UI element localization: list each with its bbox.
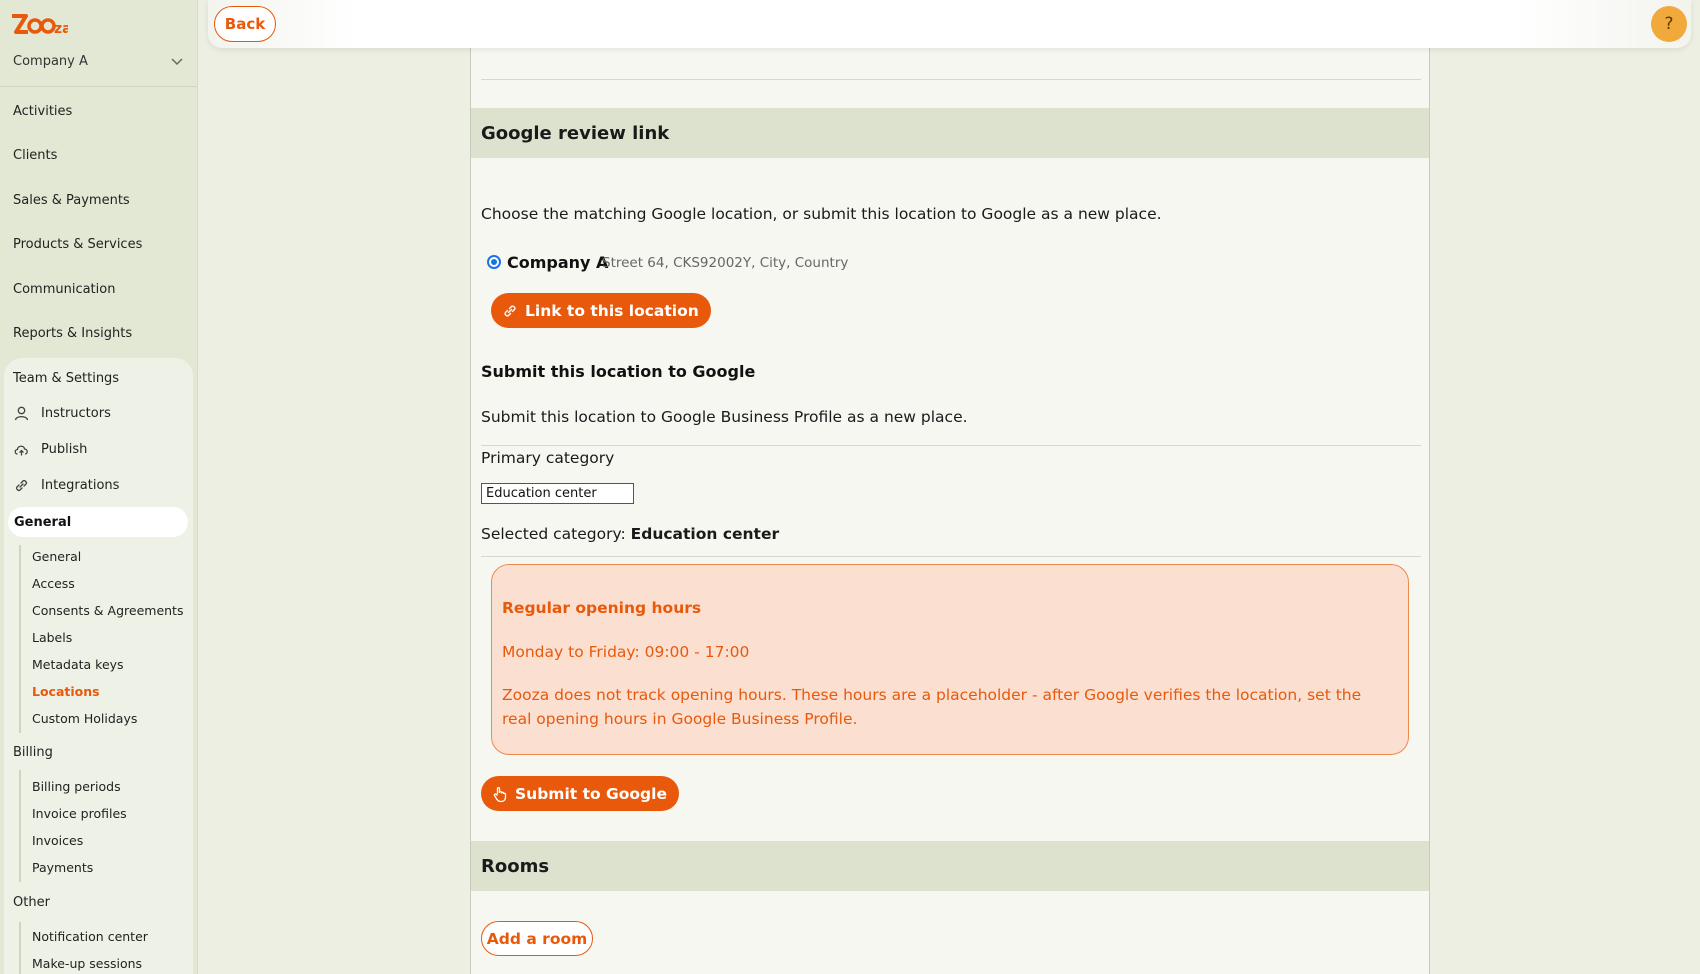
nav-sales-payments[interactable]: Sales & Payments xyxy=(13,193,130,208)
nav-publish[interactable]: Publish xyxy=(41,442,87,457)
link-location-label: Link to this location xyxy=(525,301,699,320)
submit-location-desc: Submit this location to Google Business … xyxy=(481,408,968,426)
notice-divider xyxy=(481,556,1421,557)
submit-to-google-button[interactable]: Submit to Google xyxy=(481,776,679,811)
nav-labels[interactable]: Labels xyxy=(32,630,72,645)
selected-category: Selected category: Education center xyxy=(481,525,779,543)
company-name: Company A xyxy=(13,53,88,69)
submit-to-google-label: Submit to Google xyxy=(515,784,667,803)
back-button[interactable]: Back xyxy=(214,6,276,42)
link-location-button[interactable]: Link to this location xyxy=(491,293,711,328)
nav-consents-agreements[interactable]: Consents & Agreements xyxy=(32,603,183,618)
notice-description: Zooza does not track opening hours. Thes… xyxy=(502,686,1362,728)
notice-hours: Monday to Friday: 09:00 - 17:00 xyxy=(502,643,750,661)
card-divider xyxy=(481,79,1421,80)
nav-instructors[interactable]: Instructors xyxy=(41,406,111,421)
zooza-logo[interactable]: za xyxy=(10,12,68,38)
other-group-label: Other xyxy=(13,895,50,910)
google-instruction: Choose the matching Google location, or … xyxy=(481,205,1162,223)
location-name: Company A xyxy=(507,253,609,272)
selected-category-prefix: Selected category: xyxy=(481,525,626,543)
nav-payments[interactable]: Payments xyxy=(32,860,93,875)
hand-pointer-icon xyxy=(493,786,507,802)
link-icon xyxy=(504,304,516,317)
nav-team-settings[interactable]: Team & Settings xyxy=(13,371,119,386)
primary-category-label: Primary category xyxy=(481,449,615,467)
category-divider xyxy=(481,445,1421,446)
nav-general[interactable]: General xyxy=(32,549,81,564)
notice-title: Regular opening hours xyxy=(502,599,702,617)
nav-make-up-sessions[interactable]: Make-up sessions xyxy=(32,956,142,971)
nav-metadata-keys[interactable]: Metadata keys xyxy=(32,657,124,672)
tree-line-other xyxy=(19,922,21,974)
primary-category-input[interactable] xyxy=(481,483,634,504)
nav-invoices[interactable]: Invoices xyxy=(32,833,83,848)
rooms-heading: Rooms xyxy=(471,841,1429,891)
nav-locations[interactable]: Locations xyxy=(32,684,100,699)
submit-location-title: Submit this location to Google xyxy=(481,362,756,381)
tree-line-general xyxy=(19,545,21,733)
top-bar: Back ? xyxy=(208,0,1691,48)
nav-invoice-profiles[interactable]: Invoice profiles xyxy=(32,806,127,821)
nav-custom-holidays[interactable]: Custom Holidays xyxy=(32,711,137,726)
nav-activities[interactable]: Activities xyxy=(13,104,72,119)
sidebar: za Company A Activities Clients Sales & … xyxy=(0,0,198,974)
nav-reports-insights[interactable]: Reports & Insights xyxy=(13,326,132,341)
nav-billing-periods[interactable]: Billing periods xyxy=(32,779,121,794)
billing-group-label: Billing xyxy=(13,745,53,760)
selected-category-value: Education center xyxy=(630,525,780,543)
nav-communication[interactable]: Communication xyxy=(13,282,115,297)
sidebar-divider xyxy=(0,86,197,87)
google-review-heading: Google review link xyxy=(471,108,1429,158)
chevron-down-icon xyxy=(171,58,183,66)
person-icon xyxy=(14,406,29,421)
location-address: Street 64, CKS92002Y, City, Country xyxy=(602,255,849,271)
add-room-button[interactable]: Add a room xyxy=(481,921,593,956)
company-selector[interactable]: Company A xyxy=(13,50,185,72)
nav-access[interactable]: Access xyxy=(32,576,75,591)
location-card: Google review link Choose the matching G… xyxy=(470,48,1430,974)
location-radio[interactable] xyxy=(487,255,501,269)
help-button[interactable]: ? xyxy=(1651,6,1687,42)
nav-clients[interactable]: Clients xyxy=(13,148,57,163)
nav-general-group[interactable]: General xyxy=(8,507,188,537)
nav-integrations[interactable]: Integrations xyxy=(41,478,119,493)
nav-products-services[interactable]: Products & Services xyxy=(13,237,142,252)
general-group-label: General xyxy=(14,515,72,530)
svg-text:za: za xyxy=(54,21,68,37)
cloud-upload-icon xyxy=(14,445,28,456)
link-icon xyxy=(15,479,28,492)
opening-hours-notice: Regular opening hours Monday to Friday: … xyxy=(491,564,1409,755)
tree-line-billing xyxy=(19,770,21,882)
nav-notification-center[interactable]: Notification center xyxy=(32,929,148,944)
